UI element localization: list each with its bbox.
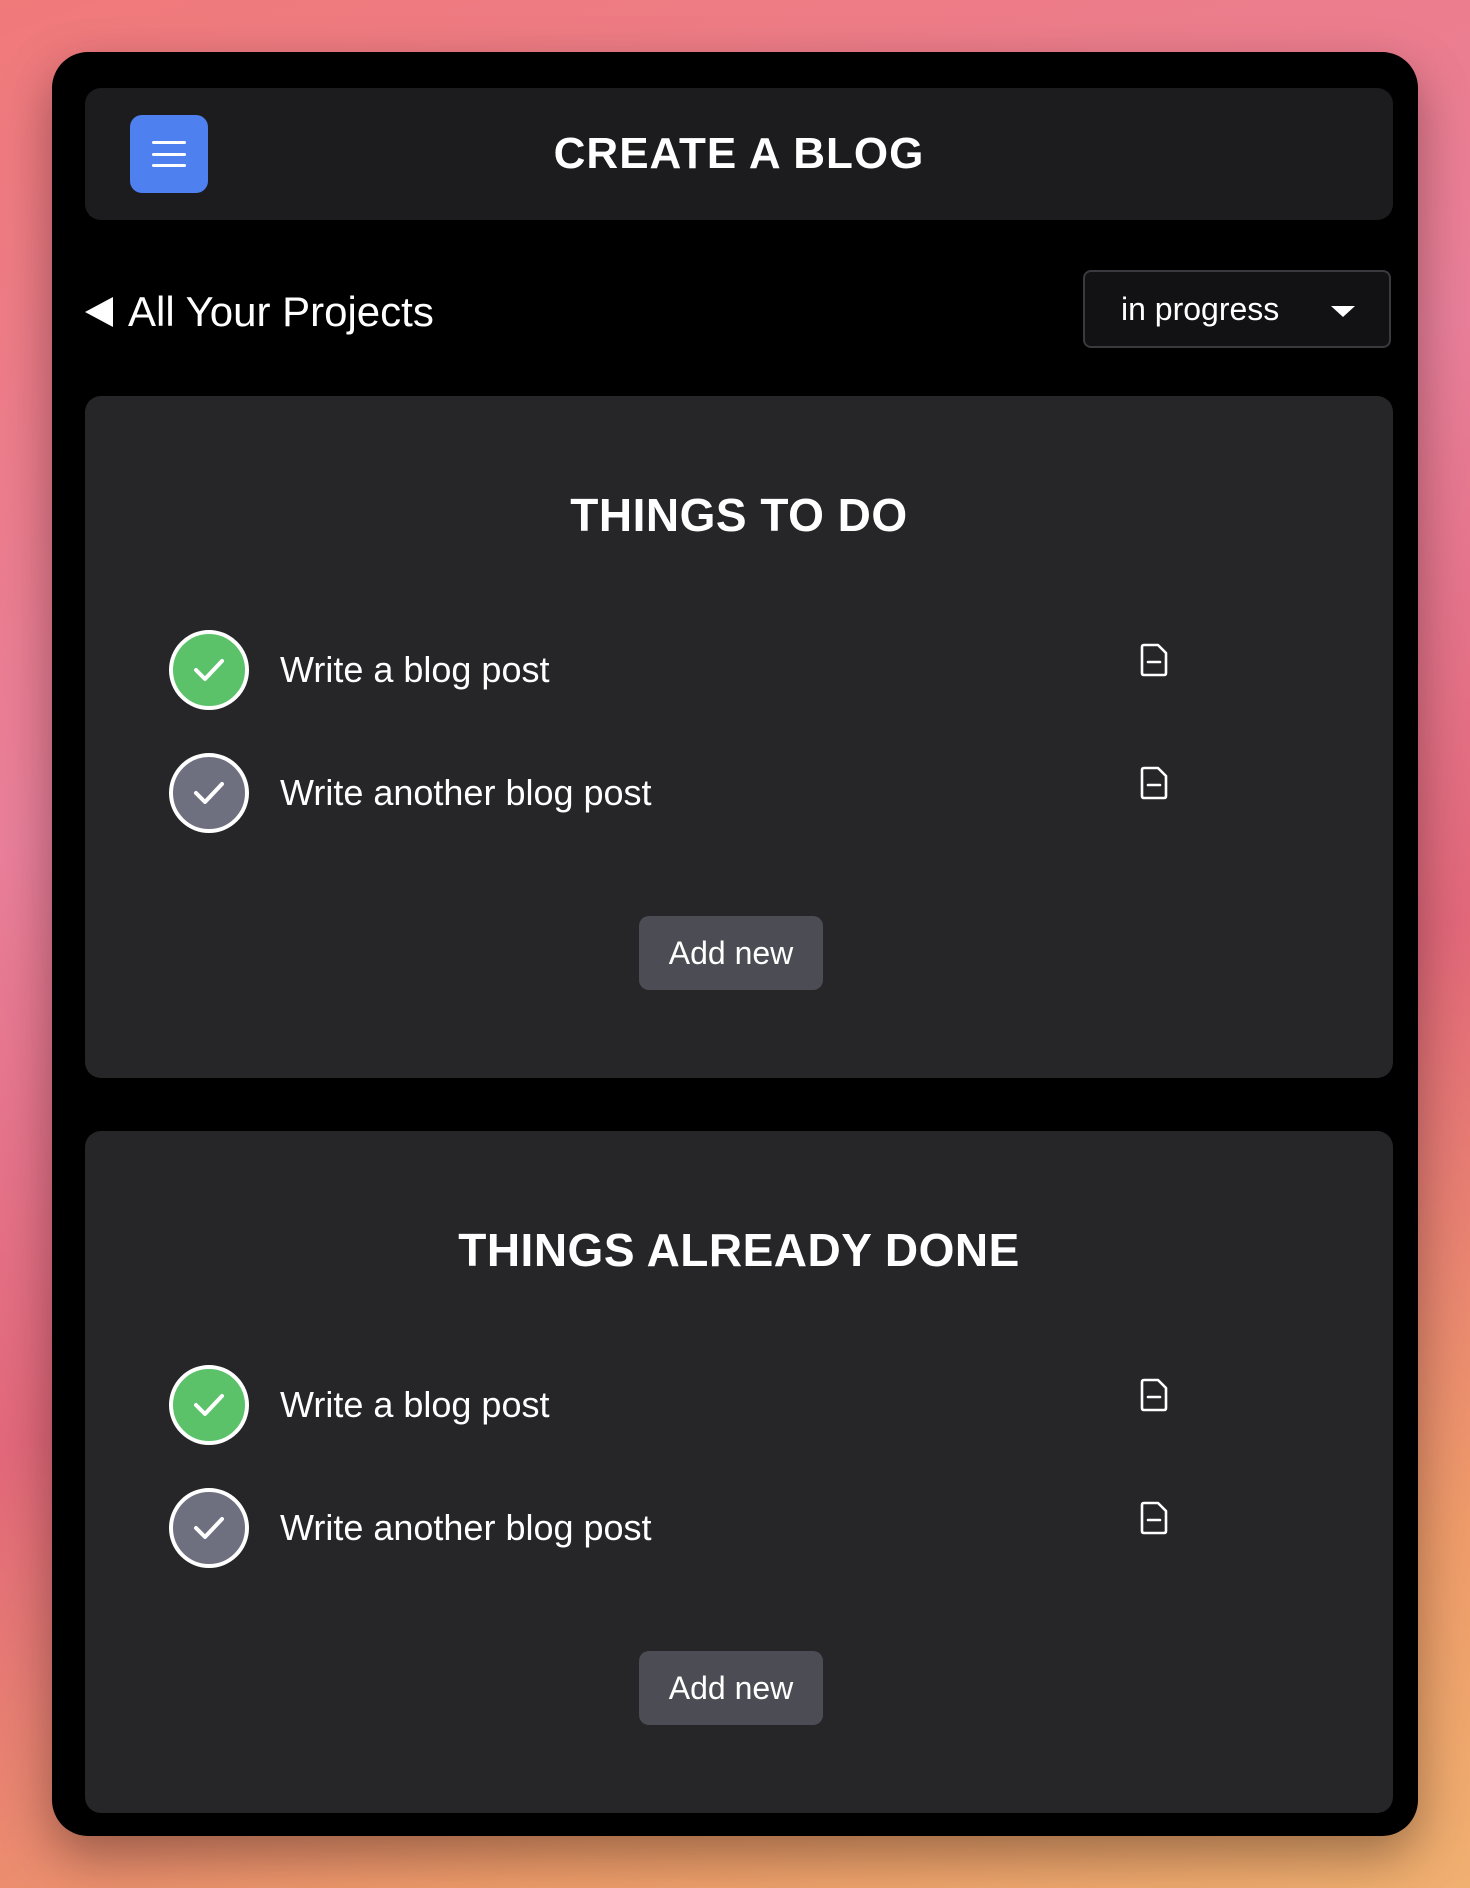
complete-toggle[interactable] <box>169 753 249 833</box>
page-title: CREATE A BLOG <box>553 129 925 178</box>
header-bar: CREATE A BLOG <box>85 88 1393 220</box>
checkmark-icon <box>194 782 224 804</box>
item-label: Write another blog post <box>280 772 652 813</box>
checkmark-icon <box>194 1394 224 1416</box>
complete-toggle[interactable] <box>169 630 249 710</box>
list-item: Write another blog post <box>169 753 1309 833</box>
caret-down-icon <box>1331 306 1355 317</box>
triangle-left-icon <box>85 297 113 327</box>
things-to-do-section: THINGS TO DO Write a blog post Write ano… <box>85 396 1393 1078</box>
add-new-button[interactable]: Add new <box>639 916 823 990</box>
complete-toggle[interactable] <box>169 1365 249 1445</box>
app-window: CREATE A BLOG All Your Projects in progr… <box>52 52 1418 1836</box>
back-link-label: All Your Projects <box>128 288 434 335</box>
item-label: Write a blog post <box>280 1384 550 1425</box>
item-label: Write a blog post <box>280 649 550 690</box>
complete-toggle[interactable] <box>169 1488 249 1568</box>
document-icon[interactable] <box>1139 643 1169 677</box>
section-title: THINGS TO DO <box>570 489 908 541</box>
list-item: Write another blog post <box>169 1488 1309 1568</box>
add-new-button[interactable]: Add new <box>639 1651 823 1725</box>
status-select[interactable]: in progress <box>1083 270 1391 348</box>
item-label: Write another blog post <box>280 1507 652 1548</box>
list-item: Write a blog post <box>169 630 1309 710</box>
document-icon[interactable] <box>1139 1378 1169 1412</box>
status-select-value: in progress <box>1121 290 1280 327</box>
things-already-done-section: THINGS ALREADY DONE Write a blog post Wr… <box>85 1131 1393 1813</box>
checkmark-icon <box>194 1517 224 1539</box>
back-to-projects-link[interactable]: All Your Projects <box>85 280 434 344</box>
menu-button[interactable] <box>130 115 208 193</box>
hamburger-menu-icon <box>152 141 186 167</box>
document-icon[interactable] <box>1139 1501 1169 1535</box>
document-icon[interactable] <box>1139 766 1169 800</box>
list-item: Write a blog post <box>169 1365 1309 1445</box>
checkmark-icon <box>194 659 224 681</box>
section-title: THINGS ALREADY DONE <box>458 1224 1020 1276</box>
